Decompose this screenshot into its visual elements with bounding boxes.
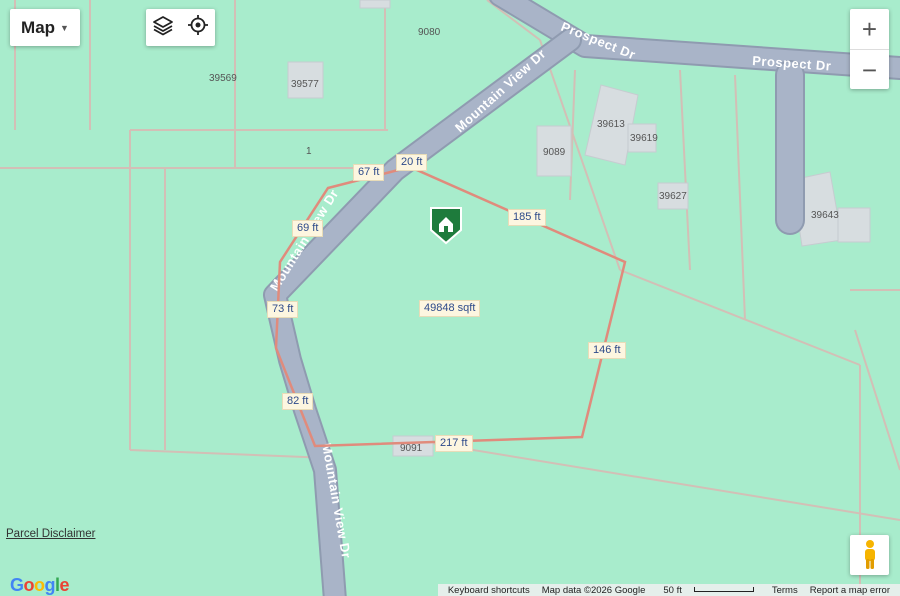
parcel-number: 39643 [811, 210, 839, 221]
measure-label: 146 ft [588, 342, 626, 359]
zoom-control: + − [850, 9, 889, 89]
parcel-number: 9091 [400, 443, 423, 454]
parcel-number: 1 [306, 146, 312, 157]
measure-label: 217 ft [435, 435, 473, 452]
parcel-number: 39613 [597, 119, 625, 130]
google-logo: Google [10, 575, 70, 595]
scale-indicator[interactable]: 50 ft [657, 585, 760, 596]
parcel-number: 39619 [630, 133, 658, 144]
measure-label: 185 ft [508, 209, 546, 226]
map-tools [146, 9, 215, 46]
measure-label: 20 ft [396, 154, 428, 171]
measure-label: 67 ft [353, 164, 385, 181]
measure-label: 82 ft [282, 393, 314, 410]
parcel-number: 9080 [418, 27, 441, 38]
parcel-number: 39627 [659, 191, 687, 202]
report-map-error-link[interactable]: Report a map error [810, 585, 890, 596]
scale-label: 50 ft [663, 584, 682, 596]
measure-label: 69 ft [292, 220, 324, 237]
scale-bar [693, 587, 754, 593]
map-type-button[interactable]: Map ▼ [10, 9, 80, 46]
zoom-out-button[interactable]: − [850, 50, 889, 90]
street-view-pegman-icon[interactable] [850, 535, 889, 575]
zoom-in-button[interactable]: + [850, 9, 889, 49]
map-canvas[interactable]: Prospect Dr Prospect Dr Mountain View Dr… [0, 0, 900, 596]
caret-down-icon: ▼ [60, 22, 69, 33]
parcel-number: 39569 [209, 73, 237, 84]
area-label: 49848 sqft [419, 300, 481, 317]
map-type-label: Map [21, 17, 56, 37]
layers-icon[interactable] [152, 14, 174, 41]
terms-link[interactable]: Terms [772, 585, 798, 596]
measure-label: 73 ft [267, 301, 299, 318]
my-location-icon[interactable] [187, 14, 209, 41]
parcel-number: 9089 [543, 147, 566, 158]
map-attribution-bar: Keyboard shortcuts Map data ©2026 Google… [437, 584, 900, 596]
map-data-text: Map data ©2026 Google [541, 584, 646, 596]
parcel-number: 39577 [291, 79, 319, 90]
keyboard-shortcuts-link[interactable]: Keyboard shortcuts [448, 585, 530, 596]
parcel-disclaimer-link[interactable]: Parcel Disclaimer [6, 528, 95, 540]
